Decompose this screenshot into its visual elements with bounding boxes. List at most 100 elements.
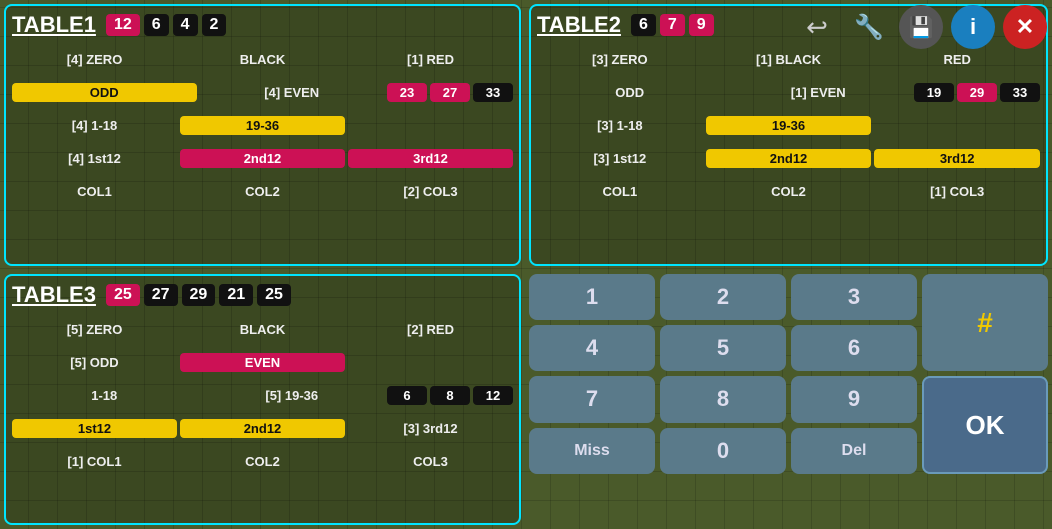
t1-3rd12[interactable]: 3rd12 — [348, 149, 513, 168]
t3-col1[interactable]: [1] COL1 — [12, 452, 177, 471]
numkey-0[interactable]: 0 — [660, 428, 786, 474]
table1-title: TABLE1 — [12, 12, 96, 38]
table-row: 1-18 [5] 19-36 6 8 12 — [12, 380, 513, 410]
t3-black[interactable]: BLACK — [180, 320, 345, 339]
table-row: ODD [1] EVEN 19 29 33 — [537, 77, 1040, 107]
t3-zero[interactable]: [5] ZERO — [12, 320, 177, 339]
table3-panel: TABLE3 25 27 29 21 25 [5] ZERO BLACK [2]… — [4, 274, 521, 525]
t2-empty1 — [874, 123, 1040, 127]
t2-black[interactable]: [1] BLACK — [706, 50, 872, 69]
numkey-9[interactable]: 9 — [791, 376, 917, 422]
table-row: 1st12 2nd12 [3] 3rd12 — [12, 413, 513, 443]
table-row: [5] ZERO BLACK [2] RED — [12, 314, 513, 344]
t2-3rd12[interactable]: 3rd12 — [874, 149, 1040, 168]
wrench-button[interactable]: 🔧 — [847, 5, 891, 49]
numkey-6[interactable]: 6 — [791, 325, 917, 371]
t3-low[interactable]: 1-18 — [12, 386, 197, 405]
numkey-del[interactable]: Del — [791, 428, 917, 474]
table-row: [4] 1-18 19-36 — [12, 110, 513, 140]
close-button[interactable]: ✕ — [1003, 5, 1047, 49]
t3-2nd12[interactable]: 2nd12 — [180, 419, 345, 438]
t2-high[interactable]: 19-36 — [706, 116, 872, 135]
t1-num23[interactable]: 23 — [387, 83, 427, 102]
t2-red[interactable]: RED — [874, 50, 1040, 69]
t2-zero[interactable]: [3] ZERO — [537, 50, 703, 69]
t3-1st12[interactable]: 1st12 — [12, 419, 177, 438]
table1-badge-0: 12 — [106, 14, 140, 36]
table3-badge-3: 21 — [219, 284, 253, 306]
back-button[interactable]: ↩ — [795, 5, 839, 49]
numkey-3[interactable]: 3 — [791, 274, 917, 320]
numkey-ok[interactable]: OK — [922, 376, 1048, 473]
table2-badge-0: 6 — [631, 14, 656, 36]
t2-2nd12[interactable]: 2nd12 — [706, 149, 872, 168]
table2-rows: [3] ZERO [1] BLACK RED ODD [1] EVEN 19 2… — [537, 44, 1040, 206]
numkey-2[interactable]: 2 — [660, 274, 786, 320]
numkey-4[interactable]: 4 — [529, 325, 655, 371]
numkey-hash[interactable]: # — [922, 274, 1048, 371]
table3-rows: [5] ZERO BLACK [2] RED [5] ODD EVEN 1-18… — [12, 314, 513, 476]
t1-num27[interactable]: 27 — [430, 83, 470, 102]
numkey-8[interactable]: 8 — [660, 376, 786, 422]
table3-badge-4: 25 — [257, 284, 291, 306]
t1-even[interactable]: [4] EVEN — [200, 83, 385, 102]
t1-2nd12[interactable]: 2nd12 — [180, 149, 345, 168]
t2-col2[interactable]: COL2 — [706, 182, 872, 201]
table1-panel: TABLE1 12 6 4 2 [4] ZERO BLACK [1] RED O… — [4, 4, 521, 266]
save-button[interactable]: 💾 — [899, 5, 943, 49]
t3-3rd12[interactable]: [3] 3rd12 — [348, 419, 513, 438]
table-row: [3] 1-18 19-36 — [537, 110, 1040, 140]
t3-red[interactable]: [2] RED — [348, 320, 513, 339]
table3-badge-0: 25 — [106, 284, 140, 306]
t3-num12[interactable]: 12 — [473, 386, 513, 405]
table-row: COL1 COL2 [2] COL3 — [12, 176, 513, 206]
t1-zero[interactable]: [4] ZERO — [12, 50, 177, 69]
numkey-1[interactable]: 1 — [529, 274, 655, 320]
t1-num33[interactable]: 33 — [473, 83, 513, 102]
table3-title: TABLE3 — [12, 282, 96, 308]
table-row: [4] 1st12 2nd12 3rd12 — [12, 143, 513, 173]
t2-col3[interactable]: [1] COL3 — [874, 182, 1040, 201]
t2-num33[interactable]: 33 — [1000, 83, 1040, 102]
table3-badge-2: 29 — [182, 284, 216, 306]
t1-empty1 — [348, 123, 513, 127]
info-button[interactable]: i — [951, 5, 995, 49]
numkey-miss[interactable]: Miss — [529, 428, 655, 474]
t3-col3[interactable]: COL3 — [348, 452, 513, 471]
t2-odd[interactable]: ODD — [537, 83, 723, 102]
table-row: ODD [4] EVEN 23 27 33 — [12, 77, 513, 107]
table-row: [3] 1st12 2nd12 3rd12 — [537, 143, 1040, 173]
t3-even[interactable]: EVEN — [180, 353, 345, 372]
t3-odd[interactable]: [5] ODD — [12, 353, 177, 372]
t2-low[interactable]: [3] 1-18 — [537, 116, 703, 135]
numkey-7[interactable]: 7 — [529, 376, 655, 422]
table2-badge-2: 9 — [689, 14, 714, 36]
t1-odd[interactable]: ODD — [12, 83, 197, 102]
t2-col1[interactable]: COL1 — [537, 182, 703, 201]
table-row: [1] COL1 COL2 COL3 — [12, 446, 513, 476]
table1-badge-1: 6 — [144, 14, 169, 36]
table-row: COL1 COL2 [1] COL3 — [537, 176, 1040, 206]
t3-empty1 — [348, 360, 513, 364]
t1-1st12[interactable]: [4] 1st12 — [12, 149, 177, 168]
table1-badge-2: 4 — [173, 14, 198, 36]
t1-col1[interactable]: COL1 — [12, 182, 177, 201]
numpad-panel: 1 2 3 # 4 5 6 7 8 9 OK Miss 0 Del — [529, 274, 1048, 525]
t2-1st12[interactable]: [3] 1st12 — [537, 149, 703, 168]
t1-col3[interactable]: [2] COL3 — [348, 182, 513, 201]
numkey-5[interactable]: 5 — [660, 325, 786, 371]
table2-badge-1: 7 — [660, 14, 685, 36]
t2-num19[interactable]: 19 — [914, 83, 954, 102]
t3-num6[interactable]: 6 — [387, 386, 427, 405]
t3-high[interactable]: [5] 19-36 — [200, 386, 385, 405]
t1-col2[interactable]: COL2 — [180, 182, 345, 201]
t1-black[interactable]: BLACK — [180, 50, 345, 69]
t1-low[interactable]: [4] 1-18 — [12, 116, 177, 135]
t3-num8[interactable]: 8 — [430, 386, 470, 405]
numpad-grid: 1 2 3 # 4 5 6 7 8 9 OK Miss 0 Del — [529, 274, 1048, 525]
t1-red[interactable]: [1] RED — [348, 50, 513, 69]
t1-high[interactable]: 19-36 — [180, 116, 345, 135]
t2-even[interactable]: [1] EVEN — [726, 83, 912, 102]
t3-col2[interactable]: COL2 — [180, 452, 345, 471]
t2-num29[interactable]: 29 — [957, 83, 997, 102]
